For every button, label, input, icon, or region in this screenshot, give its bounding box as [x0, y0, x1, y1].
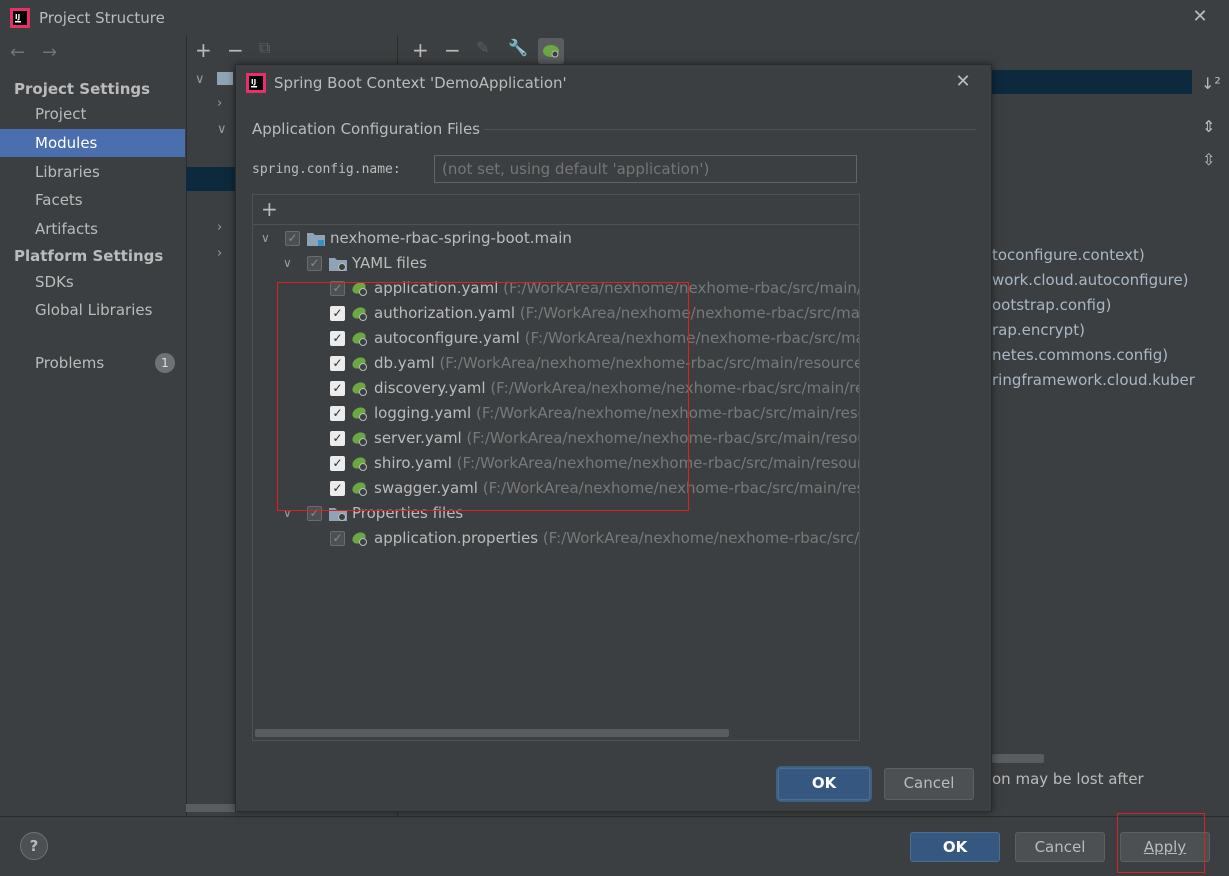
- edit-pencil-icon[interactable]: ✎: [476, 38, 489, 57]
- sidebar-item-libraries[interactable]: Libraries: [0, 158, 185, 186]
- forward-arrow-icon[interactable]: →: [42, 42, 57, 63]
- file-path: (F:/WorkArea/nexhome/nexhome-rbac/src/r: [538, 529, 860, 547]
- chevron-down-icon[interactable]: ∨: [283, 251, 292, 276]
- background-text: ootstrap.config): [992, 296, 1112, 314]
- sidebar-item-facets[interactable]: Facets: [0, 186, 185, 214]
- checkbox[interactable]: ✓: [285, 231, 300, 246]
- project-settings-header: Project Settings: [14, 80, 151, 98]
- horizontal-scrollbar[interactable]: [255, 729, 729, 737]
- background-text: work.cloud.autoconfigure): [992, 271, 1189, 289]
- file-name: nexhome-rbac-spring-boot.main: [330, 229, 572, 247]
- divider: [484, 129, 976, 130]
- tree-row[interactable]: ∨ ✓ nexhome-rbac-spring-boot.main: [253, 226, 859, 251]
- remove-icon[interactable]: −: [227, 38, 244, 62]
- tree-row[interactable]: ✓ application.properties (F:/WorkArea/nex…: [253, 526, 859, 551]
- highlight-box: [277, 282, 689, 511]
- svg-text:IJ: IJ: [15, 13, 20, 21]
- chevron-down-icon[interactable]: ∨: [261, 226, 270, 251]
- sort-icon[interactable]: ↓²: [1201, 74, 1221, 93]
- help-button[interactable]: ?: [20, 832, 48, 860]
- close-icon[interactable]: ✕: [1190, 6, 1210, 28]
- background-text: ringframework.cloud.kuber: [992, 371, 1195, 389]
- dialog-cancel-button[interactable]: Cancel: [884, 768, 974, 800]
- add-icon[interactable]: +: [261, 197, 278, 221]
- chevron-right-icon[interactable]: ›: [217, 96, 222, 111]
- chevron-right-icon[interactable]: ›: [217, 246, 222, 261]
- file-label: application.properties (F:/WorkArea/nexh…: [374, 526, 860, 551]
- tree-row[interactable]: ∨ ✓ YAML files: [253, 251, 859, 276]
- spring-icon[interactable]: [538, 38, 564, 64]
- config-name-label: spring.config.name:: [252, 162, 401, 177]
- group-label: YAML files: [352, 251, 427, 276]
- background-text: toconfigure.context): [992, 246, 1145, 264]
- background-text: rap.encrypt): [992, 321, 1085, 339]
- chevron-right-icon[interactable]: ›: [217, 220, 222, 235]
- spring-config-file-icon: [352, 532, 367, 546]
- tree-toolbar: +: [253, 195, 859, 225]
- config-name-input[interactable]: [434, 155, 857, 183]
- sidebar-item-modules[interactable]: Modules: [0, 129, 185, 157]
- file-name: YAML files: [352, 254, 427, 272]
- intellij-logo-icon: IJ: [10, 8, 30, 28]
- highlight-box: [1117, 813, 1205, 873]
- add-icon[interactable]: +: [195, 38, 212, 62]
- warning-text: on may be lost after: [992, 770, 1144, 788]
- ok-button[interactable]: OK: [910, 832, 1000, 862]
- problems-count-badge: 1: [155, 353, 175, 373]
- copy-icon[interactable]: ⧉: [259, 38, 270, 58]
- yaml-folder-icon: [329, 258, 347, 271]
- window-title: Project Structure: [39, 9, 165, 27]
- section-title: Application Configuration Files: [252, 120, 480, 138]
- horizontal-scrollbar[interactable]: [992, 754, 1044, 763]
- folder-icon: [217, 72, 233, 85]
- dialog-title: Spring Boot Context 'DemoApplication': [274, 74, 567, 92]
- background-text: netes.commons.config): [992, 346, 1169, 364]
- chevron-down-icon[interactable]: ∨: [217, 122, 227, 137]
- remove-icon[interactable]: −: [444, 38, 461, 62]
- cancel-button[interactable]: Cancel: [1015, 832, 1105, 862]
- back-arrow-icon[interactable]: ←: [10, 42, 25, 63]
- sidebar-item-artifacts[interactable]: Artifacts: [0, 215, 185, 243]
- selected-row: [186, 167, 236, 191]
- intellij-logo-icon: IJ: [246, 73, 266, 93]
- selected-row: [992, 70, 1192, 94]
- module-folder-icon: [307, 233, 325, 246]
- chevron-down-icon[interactable]: ∨: [195, 72, 205, 87]
- file-name: application.properties: [374, 529, 539, 547]
- module-label: nexhome-rbac-spring-boot.main: [330, 226, 572, 251]
- close-icon[interactable]: ✕: [952, 71, 974, 93]
- collapse-all-icon[interactable]: ⇳: [1202, 150, 1215, 169]
- svg-text:IJ: IJ: [251, 78, 256, 86]
- sidebar: ← → Project Settings Project Modules Lib…: [0, 36, 185, 816]
- add-icon[interactable]: +: [412, 38, 429, 62]
- checkbox[interactable]: ✓: [330, 531, 345, 546]
- platform-settings-header: Platform Settings: [14, 247, 164, 265]
- expand-all-icon[interactable]: ⇕: [1202, 117, 1215, 136]
- wrench-icon[interactable]: 🔧: [508, 38, 528, 57]
- sidebar-item-sdks[interactable]: SDKs: [0, 268, 185, 296]
- title-bar: IJ Project Structure ✕: [0, 0, 1229, 36]
- sidebar-item-global-libraries[interactable]: Global Libraries: [0, 296, 185, 324]
- divider: [0, 816, 1229, 817]
- checkbox[interactable]: ✓: [307, 256, 322, 271]
- dialog-ok-button[interactable]: OK: [778, 768, 870, 800]
- sidebar-item-project[interactable]: Project: [0, 100, 185, 128]
